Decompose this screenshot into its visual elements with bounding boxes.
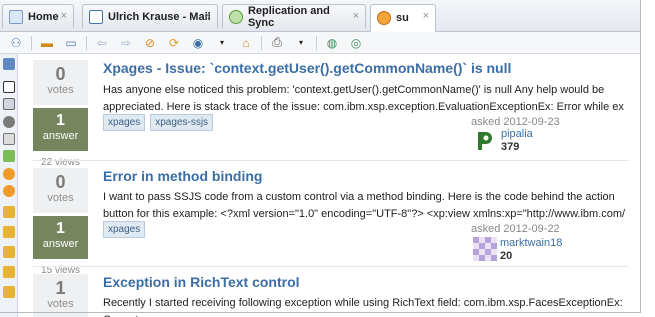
vote-count: 0	[55, 64, 66, 84]
question-title[interactable]: Exception in RichText control	[103, 274, 300, 290]
calendar-icon[interactable]	[3, 98, 15, 110]
vote-count: 0	[55, 172, 66, 192]
answers-box: 1 answer	[33, 108, 88, 151]
contacts-icon[interactable]	[3, 58, 15, 70]
separator	[31, 35, 32, 50]
home-icon[interactable]: ⌂	[238, 35, 254, 51]
feed-icon[interactable]	[3, 185, 15, 197]
back-icon[interactable]: ⇦	[94, 35, 110, 51]
user-name[interactable]: marktwain18	[500, 237, 562, 249]
separator	[261, 35, 262, 50]
tab-label: Home	[28, 10, 59, 23]
question-title[interactable]: Error in method binding	[103, 168, 262, 184]
tab-home[interactable]: Home ×	[2, 4, 74, 28]
window-border	[640, 0, 641, 312]
avatar[interactable]	[473, 237, 497, 261]
tab-su[interactable]: su ×	[370, 4, 436, 32]
mail-icon[interactable]	[3, 81, 15, 93]
globe-icon[interactable]: ◎	[348, 35, 364, 51]
separator	[86, 35, 87, 50]
question-stats: 0 votes 1 answer 22 views	[33, 60, 88, 168]
question-excerpt: Has anyone else noticed this problem: 'c…	[103, 84, 624, 113]
window-border	[0, 312, 641, 313]
asked-date: asked 2012-09-23	[471, 116, 560, 128]
tag[interactable]: xpages	[103, 221, 146, 238]
chevron-down-icon[interactable]: ▾	[214, 35, 230, 51]
folder-icon[interactable]	[3, 246, 15, 258]
divider	[33, 266, 629, 267]
question-stats: 1 votes	[33, 274, 88, 317]
votes-label: votes	[47, 298, 74, 310]
forward-icon[interactable]: ⇨	[118, 35, 134, 51]
reputation: 379	[501, 141, 520, 153]
left-sidebar	[0, 54, 18, 317]
folder-icon[interactable]	[3, 206, 15, 218]
votes-label: votes	[47, 84, 74, 96]
tab-label: Ulrich Krause - Mail	[108, 10, 211, 23]
avatar[interactable]	[473, 128, 497, 152]
tag-list: xpages	[103, 221, 150, 238]
view-count: 22 views	[41, 157, 80, 168]
folder-icon[interactable]	[3, 226, 15, 238]
vote-count: 1	[55, 278, 66, 298]
replication-icon[interactable]	[3, 150, 15, 162]
sametime-icon[interactable]: ◍	[324, 35, 340, 51]
answer-count: 1	[56, 220, 65, 237]
votes-box: 0 votes	[33, 60, 88, 105]
votes-box: 0 votes	[33, 168, 88, 213]
tab-bar: Home × Ulrich Krause - Mail × Replicatio…	[0, 0, 640, 32]
person-icon[interactable]	[3, 116, 15, 128]
answers-label: answer	[42, 130, 79, 142]
reputation: 20	[500, 250, 513, 262]
open-icon[interactable]: ▬	[39, 35, 55, 51]
close-icon[interactable]: ×	[205, 10, 211, 22]
asked-date: asked 2012-09-22	[471, 223, 560, 235]
replication-icon	[229, 9, 243, 24]
folder-icon[interactable]	[3, 266, 15, 278]
search-icon[interactable]: ◉	[190, 35, 206, 51]
window-icon[interactable]: ▭	[63, 35, 79, 51]
question-list: 0 votes 1 answer 22 views Xpages - Issue…	[19, 54, 640, 317]
toolbar: ⚇ ▬ ▭ ⇦ ⇨ ⊘ ⟳ ◉ ▾ ⌂ ⎙ ▾ ◍ ◎	[0, 32, 640, 54]
print-icon[interactable]: ⎙	[269, 35, 285, 51]
chevron-down-icon[interactable]: ▾	[293, 35, 309, 51]
question-excerpt: Recently I started receiving following e…	[103, 297, 623, 317]
tab-replication[interactable]: Replication and Sync ×	[222, 4, 366, 29]
question-excerpt: I want to pass SSJS code from a custom c…	[103, 191, 626, 220]
mail-icon	[89, 9, 103, 24]
tag-list: xpages xpages-ssjs	[103, 114, 218, 131]
answers-label: answer	[42, 238, 79, 250]
window-margin	[640, 0, 655, 317]
feed-icon[interactable]	[3, 168, 15, 180]
question-title[interactable]: Xpages - Issue: `context.getUser().getCo…	[103, 60, 511, 76]
votes-label: votes	[47, 192, 74, 204]
tag[interactable]: xpages	[103, 114, 146, 131]
separator	[316, 35, 317, 50]
question-stats: 0 votes 1 answer 15 views	[33, 168, 88, 276]
todo-icon[interactable]	[3, 133, 15, 145]
votes-box: 1 votes	[33, 274, 88, 317]
refresh-icon[interactable]: ⟳	[166, 35, 182, 51]
user-name[interactable]: pipalia	[501, 128, 533, 140]
tag[interactable]: xpages-ssjs	[150, 114, 214, 131]
home-icon	[9, 9, 23, 24]
tab-label: su	[396, 12, 409, 24]
close-icon[interactable]: ×	[423, 10, 429, 22]
tab-label: Replication and Sync	[247, 4, 330, 29]
divider	[33, 160, 629, 161]
answers-box: 1 answer	[33, 216, 88, 259]
close-icon[interactable]: ×	[61, 10, 67, 22]
answer-count: 1	[56, 112, 65, 129]
close-icon[interactable]: ×	[353, 10, 359, 22]
tab-mail[interactable]: Ulrich Krause - Mail ×	[82, 4, 218, 28]
stop-icon[interactable]: ⊘	[142, 35, 158, 51]
folder-icon[interactable]	[3, 286, 15, 298]
workspace-icon[interactable]: ⚇	[8, 35, 24, 51]
stackoverflow-icon	[377, 11, 391, 25]
